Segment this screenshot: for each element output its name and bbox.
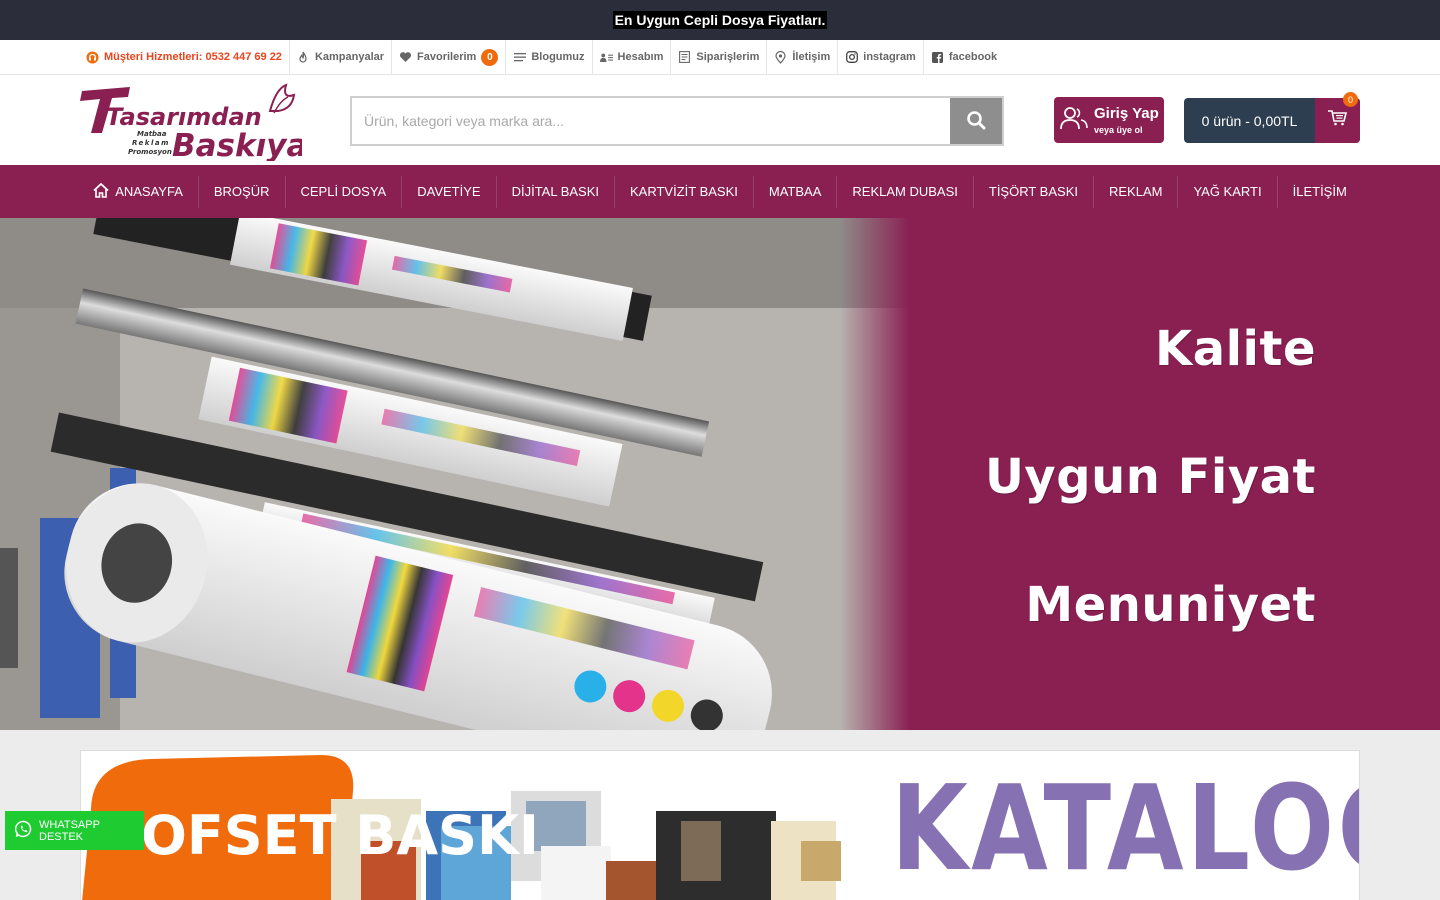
- nav-item-home[interactable]: ANASAYFA: [78, 175, 199, 208]
- orders-link[interactable]: Siparişlerim: [671, 39, 768, 75]
- site-header: Tasarımdan Baskıya Matbaa Reklam Promosy…: [0, 75, 1440, 165]
- logo-tag3: Promosyon: [128, 148, 172, 156]
- cart-summary: 0 ürün - 0,00TL: [1201, 112, 1298, 129]
- nav-label: ANASAYFA: [115, 184, 183, 199]
- login-button[interactable]: Giriş Yap veya üye ol: [1054, 97, 1164, 143]
- nav-item-davetiye[interactable]: DAVETİYE: [402, 175, 497, 208]
- katalog-title: KATALOG: [891, 759, 1359, 897]
- facebook-icon: [931, 51, 944, 64]
- search-icon: [966, 110, 986, 133]
- search-input[interactable]: [352, 98, 950, 144]
- nav-item-reklam-dubasi[interactable]: REKLAM DUBASI: [837, 175, 974, 208]
- catalog-banner[interactable]: OFSET BASKI KATALOG: [80, 750, 1360, 900]
- nav-item-yag-karti[interactable]: YAĞ KARTI: [1178, 175, 1278, 208]
- user-list-icon: [599, 51, 613, 64]
- document-icon: [678, 51, 691, 64]
- hero-word-2: Uygun Fiyat: [984, 449, 1316, 505]
- contact-label: İletişim: [792, 51, 831, 63]
- campaigns-label: Kampanyalar: [314, 51, 385, 63]
- instagram-link[interactable]: instagram: [838, 39, 924, 75]
- favorites-link[interactable]: Favorilerim 0: [392, 39, 507, 75]
- lines-icon: [513, 51, 526, 64]
- contact-link[interactable]: İletişim: [767, 39, 839, 75]
- nav-item-brosur[interactable]: BROŞÜR: [199, 175, 286, 208]
- whatsapp-label: WHATSAPP DESTEK: [39, 818, 100, 843]
- whatsapp-support-button[interactable]: WHATSAPP DESTEK: [5, 811, 144, 850]
- customer-service-link[interactable]: Müşteri Hizmetleri: 0532 447 69 22: [80, 39, 290, 75]
- ofset-baski-badge: OFSET BASKI: [141, 804, 539, 867]
- account-link[interactable]: Hesabım: [593, 39, 672, 75]
- logo-line2: Baskıya: [172, 128, 302, 161]
- headset-icon: [86, 51, 99, 64]
- orders-label: Siparişlerim: [696, 51, 760, 63]
- cart-count-badge: 0: [1343, 92, 1358, 107]
- favorites-count-badge: 0: [481, 48, 499, 66]
- location-pin-icon: [774, 50, 787, 64]
- announcement-bar: En Uygun Cepli Dosya Fiyatları.: [0, 0, 1440, 40]
- users-icon: [1060, 105, 1088, 136]
- login-subtitle: veya üye ol: [1094, 125, 1143, 135]
- site-logo[interactable]: Tasarımdan Baskıya Matbaa Reklam Promosy…: [80, 81, 307, 164]
- blog-link[interactable]: Blogumuz: [506, 39, 593, 75]
- flame-icon: [297, 51, 310, 64]
- customer-service-label: Müşteri Hizmetleri: 0532 447 69 22: [104, 51, 282, 63]
- nav-item-reklam[interactable]: REKLAM: [1094, 175, 1179, 208]
- blog-label: Blogumuz: [531, 51, 585, 63]
- home-icon: [93, 182, 109, 201]
- logo-tag1: Matbaa: [137, 130, 167, 138]
- facebook-label: facebook: [948, 51, 998, 63]
- account-label: Hesabım: [617, 51, 664, 63]
- hero-slider[interactable]: Kalite Uygun Fiyat Menuniyet: [0, 218, 1440, 730]
- hero-word-1: Kalite: [1155, 321, 1316, 377]
- main-nav: ANASAYFA BROŞÜR CEPLİ DOSYA DAVETİYE DİJ…: [0, 165, 1440, 218]
- nav-item-dijital-baski[interactable]: DİJİTAL BASKI: [497, 175, 615, 208]
- whatsapp-icon: [14, 820, 33, 841]
- search-box: [350, 96, 1004, 146]
- nav-item-kartvizit-baski[interactable]: KARTVİZİT BASKI: [615, 175, 754, 208]
- favorites-label: Favorilerim: [417, 51, 477, 63]
- hero-word-3: Menuniyet: [1025, 577, 1316, 633]
- top-bar: Müşteri Hizmetleri: 0532 447 69 22 Kampa…: [0, 39, 1440, 75]
- instagram-label: instagram: [863, 51, 916, 63]
- heart-icon: [399, 51, 412, 64]
- cart-icon-box: 0: [1315, 92, 1360, 143]
- cart-icon: [1327, 110, 1348, 131]
- cart-button[interactable]: 0 ürün - 0,00TL 0: [1184, 92, 1360, 143]
- logo-line1: Tasarımdan: [106, 103, 262, 131]
- nav-item-tisort-baski[interactable]: TİŞÖRT BASKI: [974, 175, 1094, 208]
- search-button[interactable]: [950, 98, 1002, 144]
- nav-item-cepli-dosya[interactable]: CEPLİ DOSYA: [286, 175, 403, 208]
- login-title: Giriş Yap: [1094, 105, 1159, 122]
- nav-item-iletisim[interactable]: İLETİŞİM: [1278, 176, 1362, 208]
- facebook-link[interactable]: facebook: [924, 40, 1004, 75]
- campaigns-link[interactable]: Kampanyalar: [290, 39, 393, 75]
- announcement-text: En Uygun Cepli Dosya Fiyatları.: [612, 11, 828, 29]
- instagram-icon: [845, 51, 858, 64]
- nav-item-matbaa[interactable]: MATBAA: [754, 175, 838, 208]
- logo-tag2: Reklam: [132, 139, 170, 147]
